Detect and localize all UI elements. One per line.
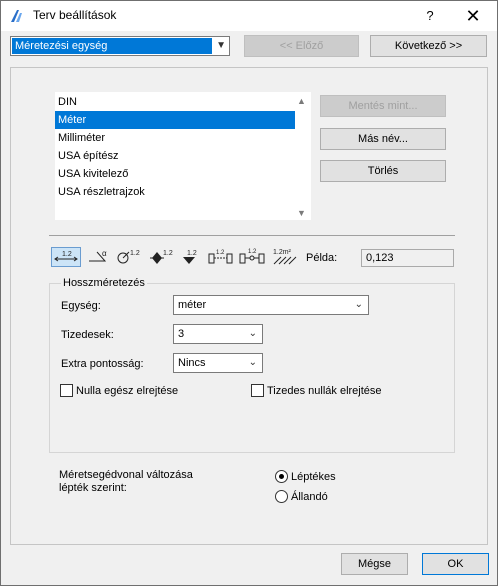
ok-button[interactable]: OK: [422, 553, 489, 575]
list-item[interactable]: Méter: [55, 111, 295, 129]
chevron-down-icon: ⌄: [248, 357, 257, 368]
extra-accuracy-label: Extra pontosság:: [61, 358, 144, 370]
scale-label-line1: Méretsegédvonal változása: [59, 469, 193, 481]
scroll-up-icon[interactable]: ▲: [297, 96, 306, 106]
door-window-dimension-icon[interactable]: 1.2: [207, 247, 235, 267]
close-button[interactable]: ✕: [453, 4, 493, 28]
scaled-label: Léptékes: [291, 471, 336, 483]
rename-button[interactable]: Más név...: [320, 128, 446, 150]
list-item[interactable]: USA kivitelező: [55, 165, 295, 183]
sill-height-dimension-icon[interactable]: 1.2: [238, 247, 268, 267]
unit-dropdown[interactable]: méter ⌄: [173, 295, 369, 315]
svg-text:1.2: 1.2: [62, 251, 72, 258]
list-item[interactable]: USA építész: [55, 147, 295, 165]
constant-radio[interactable]: [275, 490, 288, 503]
decimals-label: Tizedesek:: [61, 329, 114, 341]
scroll-down-icon[interactable]: ▼: [297, 208, 306, 218]
app-icon: [11, 10, 22, 22]
unit-value: méter: [178, 299, 207, 311]
svg-text:1.2: 1.2: [248, 249, 257, 255]
divider: [49, 235, 455, 236]
svg-text:α: α: [102, 249, 107, 258]
extra-accuracy-value: Nincs: [178, 357, 206, 369]
hide-zero-decimals-label: Tizedes nullák elrejtése: [267, 385, 382, 397]
preset-list[interactable]: DIN Méter Milliméter USA építész USA kiv…: [55, 92, 311, 220]
elevation-dimension-icon[interactable]: 1.2: [179, 247, 205, 267]
decimals-dropdown[interactable]: 3 ⌄: [173, 324, 263, 344]
svg-text:1.2: 1.2: [216, 250, 225, 256]
scaled-radio[interactable]: [275, 470, 288, 483]
svg-text:1.2: 1.2: [187, 250, 197, 257]
chevron-down-icon: ▼: [216, 40, 226, 51]
next-button[interactable]: Következő >>: [370, 35, 487, 57]
chevron-down-icon: ⌄: [354, 299, 363, 310]
unit-label: Egység:: [61, 300, 101, 312]
example-label: Példa:: [306, 252, 338, 264]
list-item[interactable]: USA részletrajzok: [55, 183, 295, 201]
help-button[interactable]: ?: [415, 4, 445, 28]
hide-zero-whole-checkbox[interactable]: [60, 384, 73, 397]
hide-zero-decimals-checkbox[interactable]: [251, 384, 264, 397]
scale-label-line2: lépték szerint:: [59, 482, 127, 494]
constant-label: Állandó: [291, 491, 328, 503]
svg-text:1.2: 1.2: [130, 250, 140, 257]
extra-accuracy-dropdown[interactable]: Nincs ⌄: [173, 353, 263, 373]
list-item[interactable]: Milliméter: [55, 129, 295, 147]
area-dimension-icon[interactable]: 1.2m²: [271, 247, 299, 267]
level-dimension-icon[interactable]: 1.2: [148, 247, 176, 267]
prev-button[interactable]: << Előző: [244, 35, 359, 57]
svg-text:1.2: 1.2: [163, 250, 173, 257]
category-select-value: Méretezési egység: [12, 38, 212, 54]
delete-button[interactable]: Törlés: [320, 160, 446, 182]
angle-dimension-icon[interactable]: α: [85, 247, 113, 267]
window-title: Terv beállítások: [33, 8, 117, 22]
save-as-button[interactable]: Mentés mint...: [320, 95, 446, 117]
group-title: Hosszméretezés: [61, 277, 147, 289]
example-value: 0,123: [361, 249, 454, 267]
radius-dimension-icon[interactable]: 1.2: [115, 247, 145, 267]
cancel-button[interactable]: Mégse: [341, 553, 408, 575]
hide-zero-whole-label: Nulla egész elrejtése: [76, 385, 179, 397]
chevron-down-icon: ⌄: [248, 328, 257, 339]
settings-dialog: Terv beállítások ? ✕ Méretezési egység ▼…: [0, 0, 498, 586]
category-select[interactable]: Méretezési egység ▼: [10, 36, 230, 56]
decimals-value: 3: [178, 328, 185, 340]
linear-dimension-icon[interactable]: 1.2: [51, 247, 81, 267]
list-item[interactable]: DIN: [55, 93, 295, 111]
title-bar: Terv beállítások ? ✕: [1, 1, 497, 31]
svg-text:1.2m²: 1.2m²: [273, 249, 292, 256]
